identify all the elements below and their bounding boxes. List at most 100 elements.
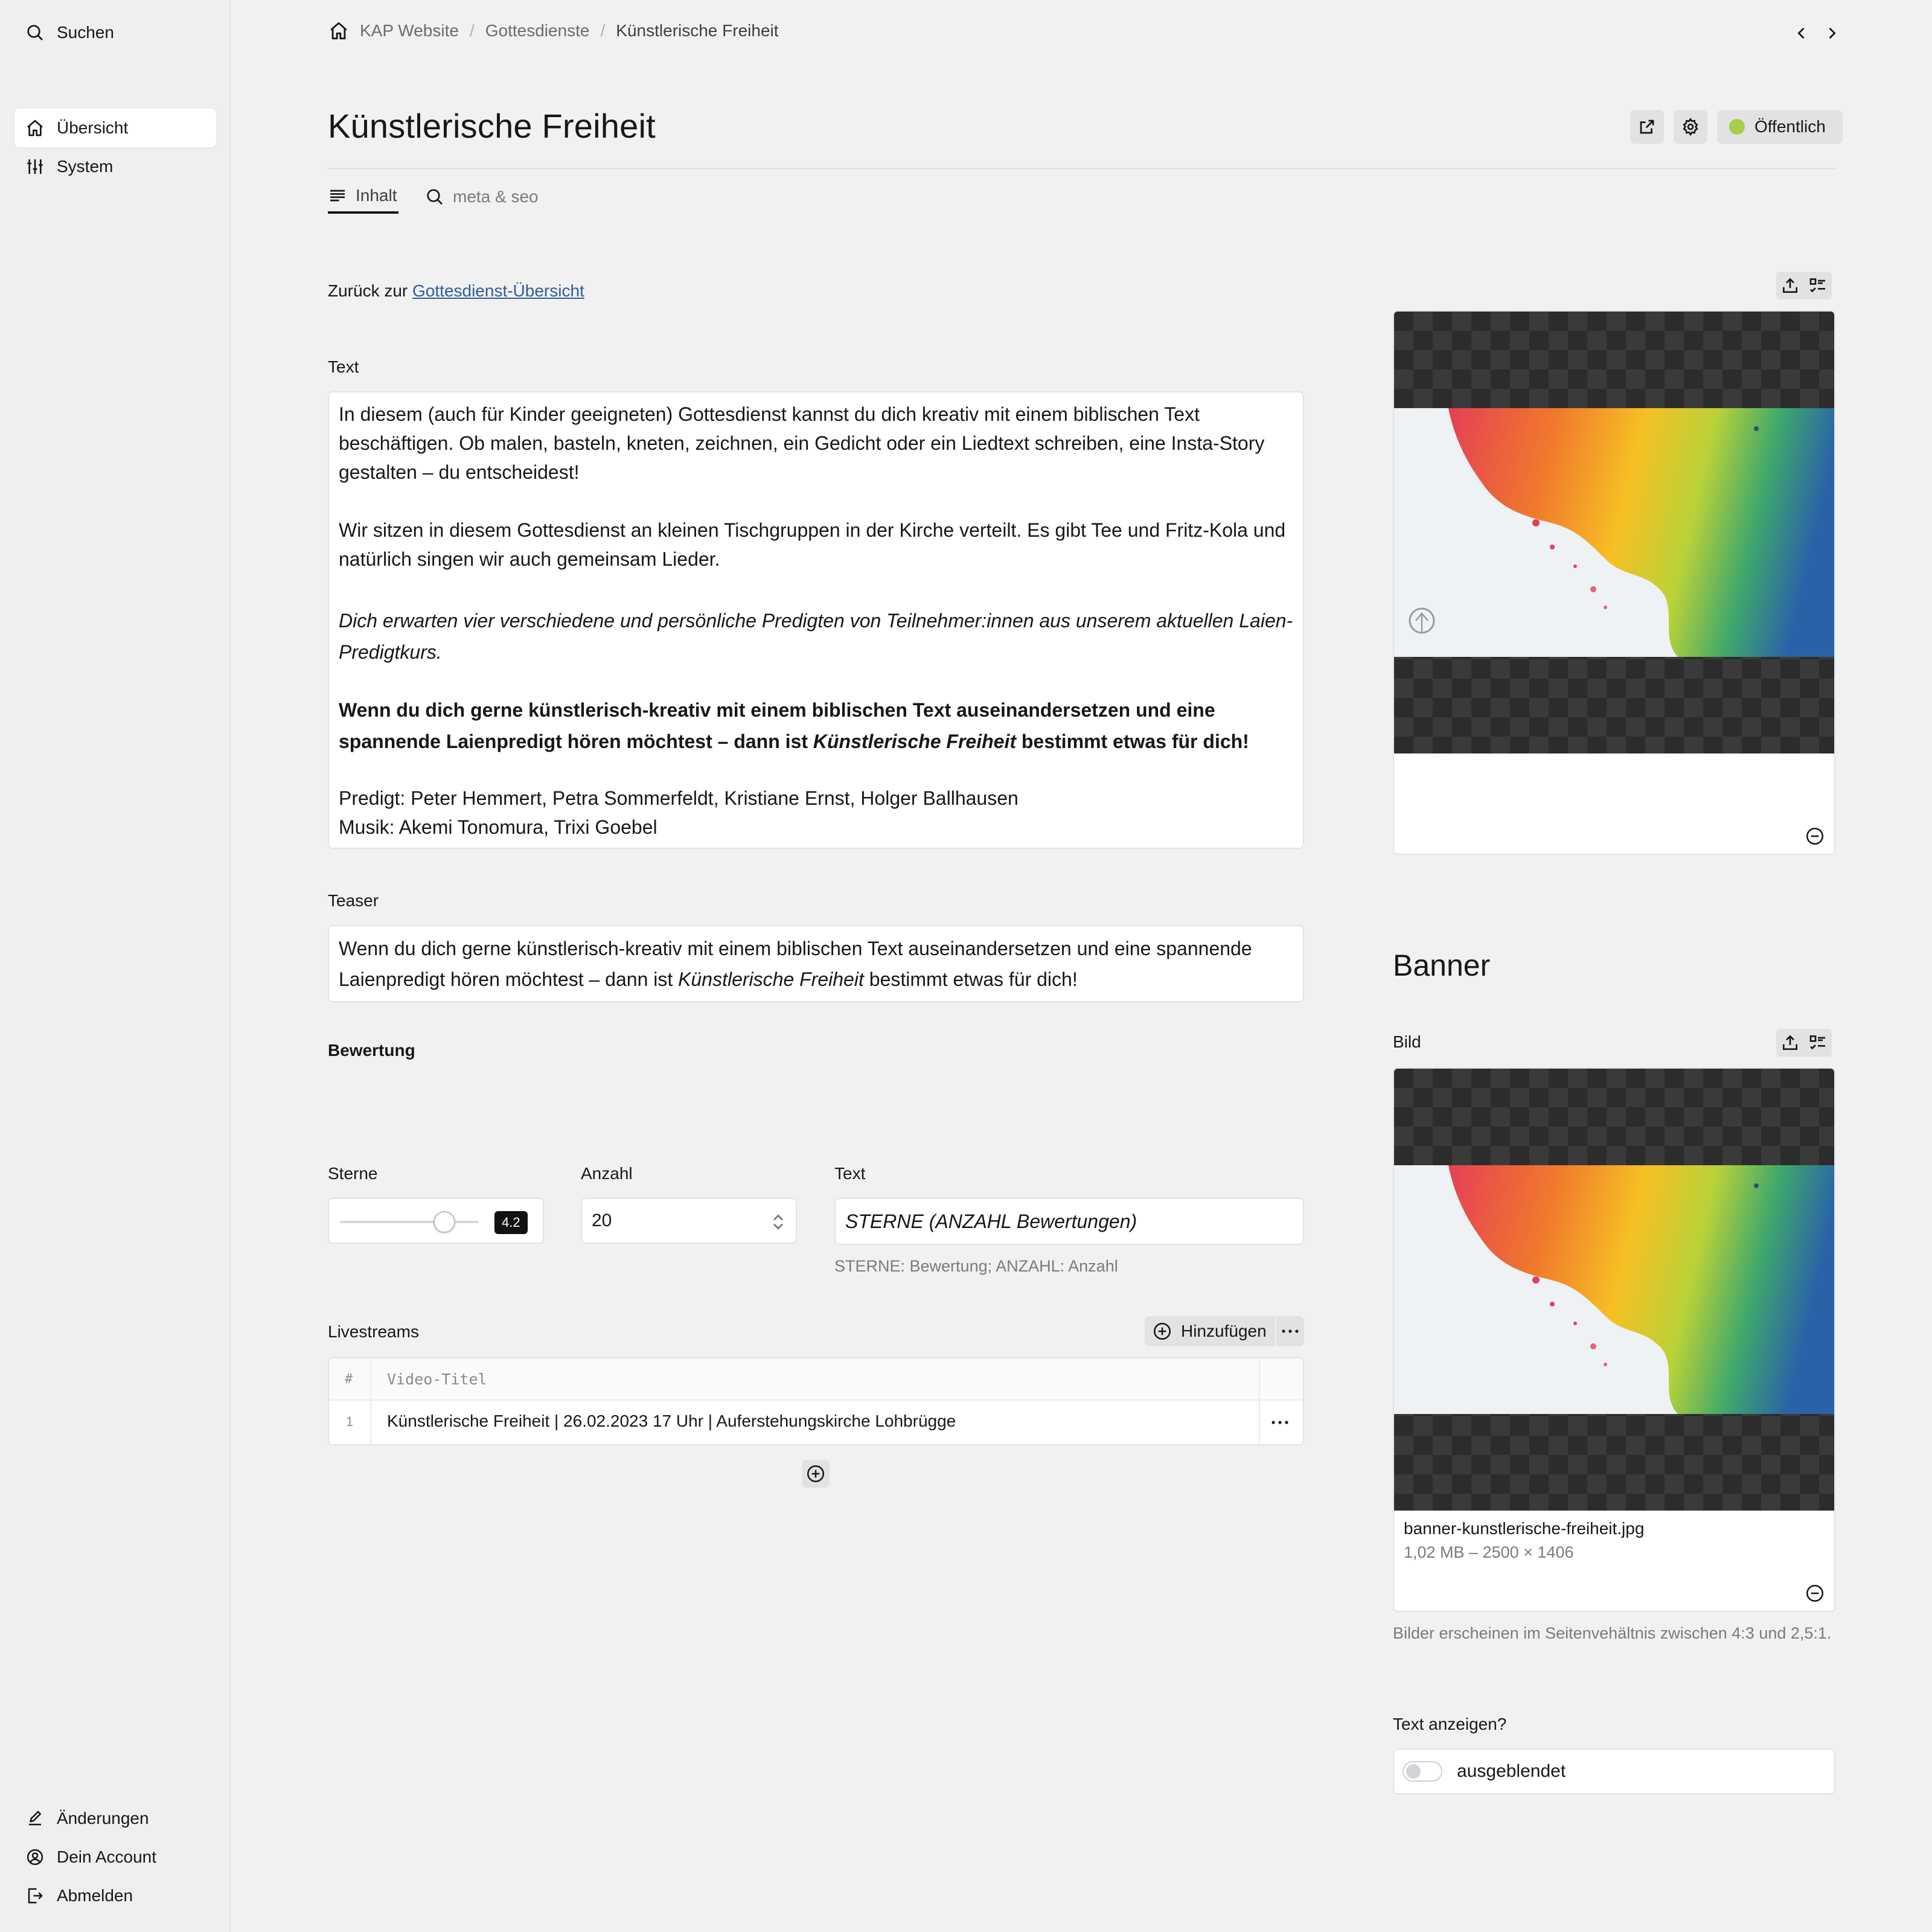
sidebar-item-system[interactable]: System	[14, 147, 216, 186]
tab-inhalt[interactable]: Inhalt	[328, 180, 398, 214]
titelbild-actions	[1776, 272, 1832, 299]
text-toggle-field[interactable]: ausgeblendet	[1393, 1748, 1835, 1794]
upload-icon	[1783, 278, 1797, 293]
user-circle-icon	[23, 1845, 47, 1869]
titelbild-card	[1393, 310, 1835, 855]
livestreams-more-button[interactable]	[1276, 1316, 1304, 1346]
livestreams-toolbar: Hinzufügen	[1145, 1316, 1304, 1346]
bild-filename: banner-kunstlerische-freiheit.jpg	[1404, 1519, 1645, 1538]
text-credits-line: Musik: Akemi Tonomura, Trixi Goebel	[339, 816, 657, 838]
sidebar-item-label: Abmelden	[57, 1886, 133, 1905]
rating-text-label: Text	[834, 1164, 866, 1183]
open-external-button[interactable]	[1630, 110, 1664, 144]
sidebar-item-abmelden[interactable]: Abmelden	[14, 1876, 216, 1915]
upload-button[interactable]	[1776, 272, 1804, 299]
remove-titelbild-button[interactable]	[1805, 826, 1825, 846]
title-divider	[328, 168, 1835, 169]
status-button[interactable]: Öffentlich	[1717, 110, 1843, 144]
sliders-icon	[23, 155, 47, 179]
bild-label: Bild	[1393, 1032, 1421, 1051]
checklist-icon	[1809, 278, 1825, 293]
stars-label: Sterne	[328, 1164, 378, 1183]
banner-heading: Banner	[1393, 948, 1491, 982]
tab-label: Inhalt	[356, 186, 397, 205]
stepper-icon[interactable]	[770, 1212, 786, 1232]
pencil-icon	[23, 1806, 47, 1831]
page-nav	[1793, 23, 1840, 43]
count-value: 20	[592, 1211, 612, 1230]
select-from-library-button[interactable]	[1804, 272, 1832, 299]
checklist-icon	[1809, 1035, 1825, 1050]
remove-bild-button[interactable]	[1805, 1583, 1825, 1604]
breadcrumb-separator: /	[469, 21, 475, 40]
slider-track[interactable]	[340, 1221, 479, 1223]
breadcrumb-item[interactable]: Gottesdienste	[485, 21, 590, 40]
sidebar-item-uebersicht[interactable]: Übersicht	[14, 109, 216, 147]
back-line: Zurück zur Gottesdienst-Übersicht	[328, 281, 584, 301]
teaser-editor[interactable]: Wenn du dich gerne künstlerisch-kreativ …	[328, 925, 1304, 1002]
sidebar-item-label: Änderungen	[57, 1809, 149, 1828]
upload-button[interactable]	[1776, 1029, 1804, 1057]
col-index-header: #	[345, 1372, 353, 1387]
bild-actions	[1776, 1029, 1832, 1057]
row-more-button[interactable]	[1271, 1420, 1289, 1425]
search-label: Suchen	[57, 23, 114, 42]
sidebar-item-account[interactable]: Dein Account	[14, 1838, 216, 1876]
status-dot	[1729, 119, 1745, 135]
stars-slider[interactable]: 4.2	[328, 1198, 544, 1244]
text-editor[interactable]: In diesem (auch für Kinder geeigneten) G…	[328, 391, 1304, 849]
text-lines-icon	[328, 186, 347, 205]
breadcrumb-item[interactable]: KAP Website	[360, 21, 459, 40]
sidebar: Suchen Übersicht System Änderungen Dein …	[0, 0, 231, 1932]
home-icon[interactable]	[328, 21, 349, 41]
logout-icon	[23, 1884, 47, 1908]
gear-icon	[1683, 117, 1698, 136]
sidebar-item-label: Übersicht	[57, 118, 129, 137]
search-button[interactable]: Suchen	[14, 13, 216, 52]
plus-circle-icon	[1153, 1322, 1171, 1340]
text-toggle-label: Text anzeigen?	[1393, 1715, 1507, 1733]
text-paragraph-italic: Dich erwarten vier verschiedene und pers…	[339, 610, 1293, 663]
plus-circle-icon	[807, 1465, 825, 1483]
back-prefix: Zurück zur	[328, 281, 413, 300]
slider-thumb[interactable]	[433, 1211, 455, 1233]
col-title-header: Video-Titel	[387, 1371, 487, 1388]
teaser-text: bestimmt etwas für dich!	[863, 968, 1078, 990]
rating-text-value: STERNE (ANZAHL Bewertungen)	[845, 1210, 1137, 1232]
external-link-icon	[1640, 120, 1654, 134]
row-title: Künstlerische Freiheit | 26.02.2023 17 U…	[387, 1412, 956, 1430]
minus-circle-icon	[1806, 827, 1824, 845]
text-label: Text	[328, 357, 359, 376]
teaser-text-italic: Künstlerische Freiheit	[678, 968, 864, 990]
home-icon	[23, 116, 47, 140]
teaser-label: Teaser	[328, 891, 379, 910]
sidebar-item-label: Dein Account	[57, 1847, 156, 1866]
rating-text-help: STERNE: Bewertung; ANZAHL: Anzahl	[834, 1257, 1118, 1275]
add-livestream-button[interactable]: Hinzufügen	[1145, 1316, 1275, 1346]
bild-meta: 1,02 MB – 2500 × 1406	[1404, 1543, 1574, 1561]
rating-text-input[interactable]: STERNE (ANZAHL Bewertungen)	[834, 1198, 1304, 1245]
tab-meta-seo[interactable]: meta & seo	[425, 180, 539, 214]
chevron-left-icon[interactable]	[1793, 23, 1810, 43]
upload-icon	[1783, 1035, 1797, 1050]
search-icon	[23, 21, 47, 45]
add-row-button[interactable]	[802, 1460, 830, 1488]
text-toggle-switch[interactable]	[1403, 1761, 1442, 1782]
banner-image[interactable]	[1394, 1165, 1835, 1414]
livestreams-label: Livestreams	[328, 1322, 419, 1341]
count-input[interactable]: 20	[581, 1198, 797, 1244]
select-from-library-button[interactable]	[1804, 1029, 1832, 1057]
chevron-right-icon[interactable]	[1823, 23, 1840, 43]
sidebar-item-label: System	[57, 157, 114, 176]
settings-button[interactable]	[1674, 110, 1707, 144]
minus-circle-icon	[1806, 1584, 1824, 1602]
titelbild-image[interactable]	[1394, 408, 1835, 657]
row-index: 1	[346, 1414, 354, 1429]
rating-heading: Bewertung	[328, 1041, 415, 1060]
count-label: Anzahl	[581, 1164, 633, 1183]
text-paragraph: Wir sitzen in diesem Gottesdienst an kle…	[339, 519, 1286, 570]
back-link[interactable]: Gottesdienst-Übersicht	[412, 281, 584, 300]
sidebar-item-aenderungen[interactable]: Änderungen	[14, 1799, 216, 1838]
table-row[interactable]: 1 Künstlerische Freiheit | 26.02.2023 17…	[329, 1402, 1303, 1444]
text-paragraph-bold: Wenn du dich gerne künstlerisch-kreativ …	[339, 694, 1293, 757]
